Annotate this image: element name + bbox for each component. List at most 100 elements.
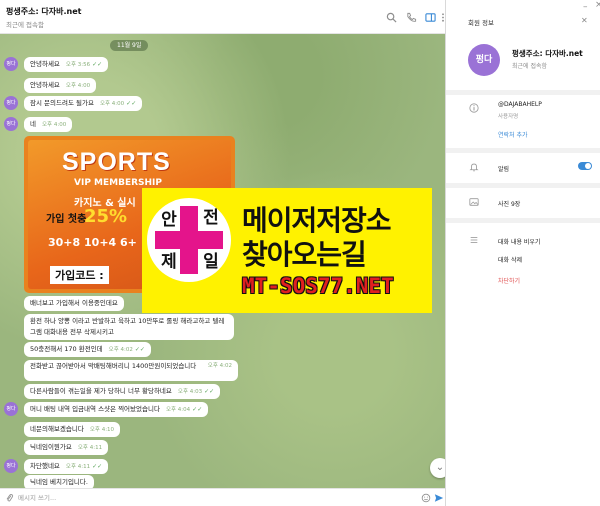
chat-title[interactable]: 펑생주소: 다자바.net — [6, 6, 82, 17]
bell-icon — [469, 163, 479, 172]
photo-icon — [469, 198, 479, 206]
profile-status: 최근에 접속함 — [512, 63, 548, 70]
logo-char: 전 — [203, 208, 219, 228]
user-info-panel: – × 회원 정보 ✕ 펑다 펑생주소: 다자바.net 최근에 접속함 @DA… — [446, 0, 600, 506]
message-bubble[interactable]: 50충전해서 170 환전인데 오후 4:02 ✓✓ — [24, 342, 151, 357]
message-time: 오후 4:10 — [89, 427, 115, 433]
read-checks: ✓✓ — [134, 346, 145, 353]
banner-subheadline: 찾아오는길 — [242, 238, 367, 271]
message-time: 오후 4:02 — [207, 363, 232, 369]
chat-status: 최근에 접속함 — [6, 21, 44, 29]
section-divider — [446, 183, 600, 188]
avatar[interactable]: 펑다 — [4, 96, 18, 110]
message-text: 네문의해보겠습니다 — [30, 425, 84, 433]
read-checks: ✓✓ — [92, 61, 103, 68]
message-time: 오후 4:11 — [65, 464, 91, 470]
phone-icon[interactable] — [406, 12, 417, 23]
message-time: 오후 4:00 — [41, 122, 67, 128]
message-bubble[interactable]: 다른사람들이 겪는일을 제가 당하니 너무 황당하네요 오후 4:03 ✓✓ — [24, 384, 221, 399]
message-bubble[interactable]: 잠시 문의드려도 될가요 오후 4:00 ✓✓ — [24, 96, 143, 111]
promo-line2: 가입 첫충 — [46, 214, 87, 225]
banner-url[interactable]: MT-SOS77.NET — [242, 274, 394, 298]
message-bubble[interactable]: 네문의해보겠습니다 오후 4:10 — [24, 422, 121, 437]
message-bubble[interactable]: 전화받고 끊어받아서 막배팅해버리니 1400만원이되었습니다 오후 4:02 — [24, 360, 238, 381]
section-divider — [446, 90, 600, 95]
safety-first-logo: 안 전 제 일 — [147, 198, 231, 282]
read-checks: ✓✓ — [204, 388, 215, 395]
message-time: 오후 4:04 — [165, 407, 191, 413]
list-icon — [470, 237, 478, 243]
toggle-knob — [585, 163, 591, 169]
notifications-label: 알림 — [498, 166, 510, 173]
info-panel-title: 회원 정보 — [468, 19, 494, 27]
message-bubble[interactable]: 네 오후 4:00 — [24, 117, 73, 132]
promo-vip: VIP MEMBERSHIP — [74, 178, 163, 188]
window-minimize-icon[interactable]: – — [583, 2, 588, 12]
message-bubble[interactable]: 배너보고 가입해서 이용중인데요 — [24, 296, 124, 311]
profile-avatar[interactable]: 펑다 — [468, 44, 500, 76]
avatar[interactable]: 펑다 — [4, 402, 18, 416]
message-time: 오후 4:00 — [99, 101, 125, 107]
ad-banner[interactable]: 안 전 제 일 메이저저장소 찾아오는길 MT-SOS77.NET — [142, 188, 432, 313]
promo-title: SPORTS — [62, 148, 171, 176]
avatar[interactable]: 펑다 — [4, 117, 18, 131]
message-time: 오후 4:00 — [65, 83, 91, 89]
info-icon — [469, 103, 479, 113]
close-panel-icon[interactable]: ✕ — [581, 16, 588, 25]
message-text: 배너보고 가입해서 이용중인데요 — [30, 299, 118, 307]
paperclip-icon[interactable] — [5, 493, 14, 503]
notifications-toggle[interactable] — [578, 162, 592, 170]
read-checks: ✓✓ — [126, 100, 137, 107]
chat-header[interactable]: 펑생주소: 다자바.net 최근에 접속함 — [0, 0, 445, 34]
clear-history-button[interactable]: 대화 내용 비우기 — [498, 237, 540, 246]
message-text: 차단했네요 — [30, 462, 60, 470]
message-text: 안녕하세요 — [30, 60, 60, 68]
avatar[interactable]: 펑다 — [4, 57, 18, 71]
more-icon[interactable] — [441, 12, 445, 23]
message-text: 잠시 문의드려도 될가요 — [30, 99, 94, 107]
add-contact-link[interactable]: 연락처 추가 — [498, 130, 528, 139]
message-text: 닉네임 베치기입니다. — [30, 478, 88, 486]
message-text: 환전 하나 양뽕 이라고 반발하고 육하고 10만뚜로 롤링 해라고하고 텔레그… — [30, 317, 225, 336]
read-checks: ✓✓ — [192, 406, 203, 413]
message-bubble[interactable]: 안녕하세요 오후 4:00 — [24, 78, 97, 93]
message-time: 오후 4:03 — [177, 389, 203, 395]
section-divider — [446, 148, 600, 153]
search-icon[interactable] — [386, 12, 397, 23]
message-text: 네 — [30, 120, 36, 128]
date-separator: 11월 9일 — [110, 40, 149, 51]
message-text: 닉네임이뭔가요 — [30, 443, 72, 451]
promo-percent: 25% — [84, 206, 128, 227]
logo-char: 제 — [161, 252, 177, 272]
message-text: 머니 배팅 내역 입금내역 스샷은 찍어놨었습니다 — [30, 405, 160, 413]
emoji-icon[interactable] — [421, 493, 431, 503]
profile-name: 펑생주소: 다자바.net — [512, 49, 583, 58]
avatar[interactable]: 펑다 — [4, 459, 18, 473]
username-value[interactable]: @DAJABAHELP — [498, 101, 542, 108]
window-close-icon[interactable]: × — [595, 0, 600, 10]
chat-pane: 펑생주소: 다자바.net 최근에 접속함 11월 9일 펑다 안녕하세요 오후 … — [0, 0, 446, 506]
message-time: 오후 4:02 — [108, 347, 133, 353]
promo-bonus-row: 30+8 10+4 6+ — [48, 236, 137, 249]
username-label: 사용자명 — [498, 114, 519, 120]
promo-code-label: 가입코드 : — [50, 266, 109, 284]
block-user-button[interactable]: 차단하기 — [498, 276, 520, 285]
message-text: 다른사람들이 겪는일을 제가 당하니 너무 황당하네요 — [30, 387, 172, 395]
message-bubble[interactable]: 머니 배팅 내역 입금내역 스샷은 찍어놨었습니다 오후 4:04 ✓✓ — [24, 402, 209, 417]
message-text: 전화받고 끊어받아서 막배팅해버리니 1400만원이되었습니다 — [30, 362, 197, 370]
photos-count[interactable]: 사진 9장 — [498, 199, 520, 208]
logo-char: 일 — [203, 252, 219, 272]
message-input[interactable]: 메시지 쓰기... — [18, 492, 56, 502]
message-bubble[interactable]: 차단했네요 오후 4:11 ✓✓ — [24, 459, 109, 474]
read-checks: ✓✓ — [92, 463, 103, 470]
delete-chat-button[interactable]: 대화 삭제 — [498, 255, 522, 264]
section-divider — [446, 218, 600, 223]
send-icon[interactable] — [434, 493, 444, 503]
sidebar-toggle-icon[interactable] — [425, 12, 436, 23]
logo-char: 안 — [161, 210, 177, 230]
message-composer[interactable]: 메시지 쓰기... — [0, 488, 445, 506]
scroll-down-button[interactable]: ⌄ — [430, 458, 445, 478]
message-bubble[interactable]: 안녕하세요 오후 3:56 ✓✓ — [24, 57, 109, 72]
message-bubble[interactable]: 환전 하나 양뽕 이라고 반발하고 육하고 10만뚜로 롤링 해라고하고 텔레그… — [24, 314, 234, 340]
message-bubble[interactable]: 닉네임이뭔가요 오후 4:11 — [24, 440, 109, 455]
